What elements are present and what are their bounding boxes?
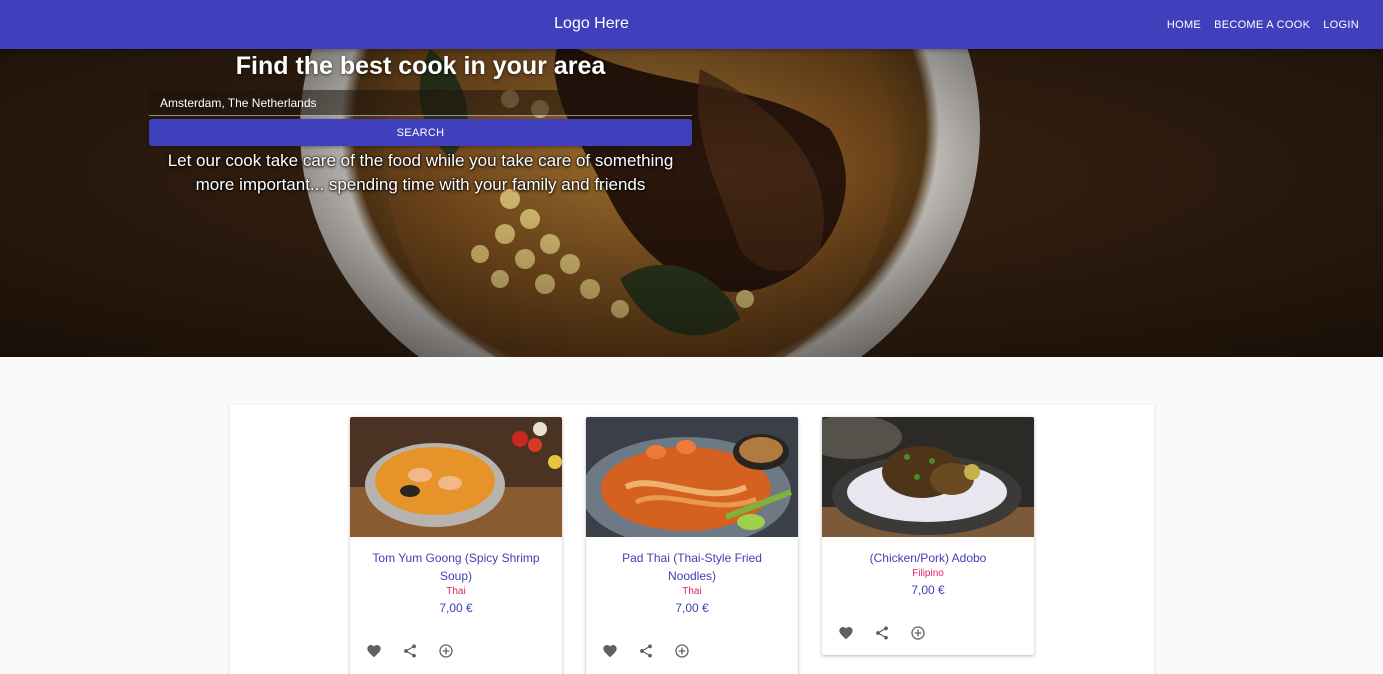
share-icon[interactable] (402, 643, 418, 659)
hero-title: Find the best cook in your area (235, 52, 606, 80)
add-circle-icon[interactable] (910, 625, 926, 641)
dish-image[interactable] (586, 417, 798, 537)
logo[interactable]: Logo Here (0, 15, 1183, 33)
hero-tagline: Let our cook take care of the food while… (167, 151, 674, 194)
dish-name[interactable]: Pad Thai (Thai-Style Fried Noodles) (586, 549, 798, 585)
hero-banner: Find the best cook in your area SEARCH L… (0, 49, 1383, 357)
nav-home-link[interactable]: HOME (1167, 19, 1201, 31)
nav-links: HOME BECOME A COOK LOGIN (1154, 19, 1359, 31)
dish-cuisine: Filipino (912, 568, 944, 579)
dish-price: 7,00 € (675, 601, 709, 615)
dish-name[interactable]: Tom Yum Goong (Spicy Shrimp Soup) (350, 549, 562, 585)
dish-cuisine: Thai (682, 586, 702, 597)
dish-card[interactable]: Tom Yum Goong (Spicy Shrimp Soup) Thai 7… (350, 417, 562, 674)
nav-login-link[interactable]: LOGIN (1323, 19, 1359, 31)
hero-search-panel: Find the best cook in your area SEARCH L… (149, 49, 692, 197)
dish-image[interactable] (822, 417, 1034, 537)
dish-actions (586, 615, 798, 674)
dish-actions (822, 597, 1034, 655)
dish-cuisine: Thai (446, 586, 466, 597)
dish-list-container: Tom Yum Goong (Spicy Shrimp Soup) Thai 7… (230, 405, 1154, 674)
share-icon[interactable] (638, 643, 654, 659)
share-icon[interactable] (874, 625, 890, 641)
nav-become-a-cook-link[interactable]: BECOME A COOK (1214, 19, 1310, 31)
dish-name[interactable]: (Chicken/Pork) Adobo (822, 549, 1034, 567)
location-input[interactable] (149, 90, 692, 116)
add-circle-icon[interactable] (674, 643, 690, 659)
dish-actions (350, 615, 562, 674)
top-navbar: Logo Here HOME BECOME A COOK LOGIN (0, 0, 1383, 49)
dish-card[interactable]: Pad Thai (Thai-Style Fried Noodles) Thai… (586, 417, 798, 674)
heart-icon[interactable] (366, 643, 382, 659)
dish-price: 7,00 € (439, 601, 473, 615)
heart-icon[interactable] (838, 625, 854, 641)
dish-price: 7,00 € (911, 583, 945, 597)
add-circle-icon[interactable] (438, 643, 454, 659)
heart-icon[interactable] (602, 643, 618, 659)
dish-card[interactable]: (Chicken/Pork) Adobo Filipino 7,00 € (822, 417, 1034, 655)
dish-image[interactable] (350, 417, 562, 537)
search-button[interactable]: SEARCH (149, 119, 692, 146)
